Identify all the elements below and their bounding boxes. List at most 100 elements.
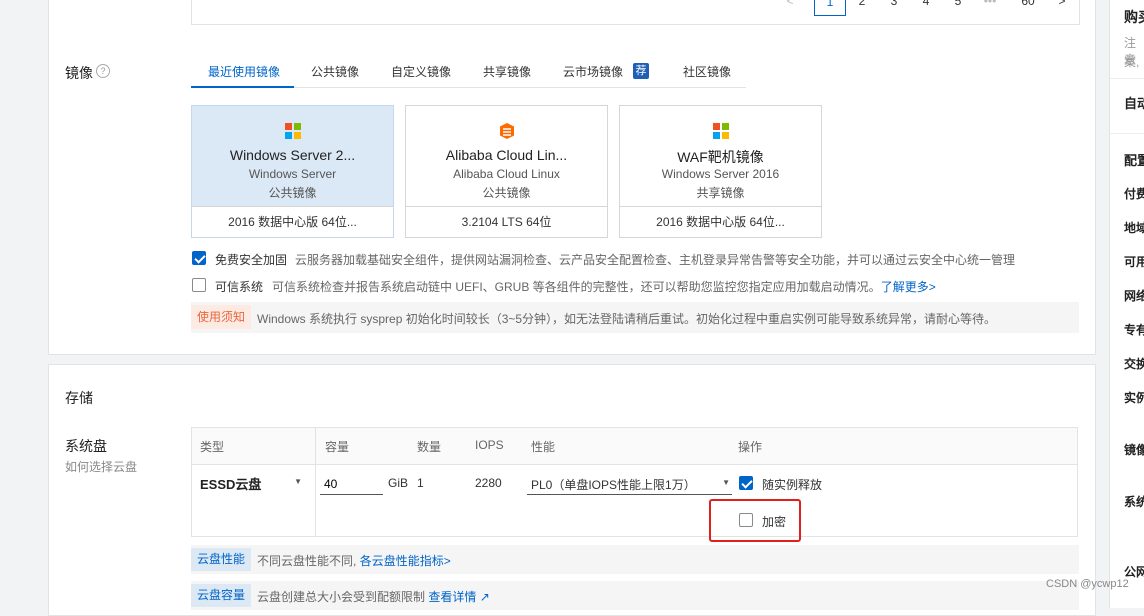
disk-capacity-bar: 云盘容量 云盘创建总大小会受到配额限制 查看详情 ↗	[191, 581, 1079, 610]
image-card-version-select[interactable]: 2016 数据中心版 64位...	[620, 206, 821, 237]
type-column-divider	[315, 428, 316, 536]
image-card-version-select[interactable]: 3.2104 LTS 64位	[406, 206, 607, 237]
performance-value: PL0（单盘IOPS性能上限1万）	[531, 478, 696, 492]
image-card-version-select[interactable]: 2016 数据中心版 64位...	[192, 206, 393, 237]
how-to-choose-link[interactable]: 如何选择云盘	[65, 458, 137, 475]
encrypt-label[interactable]: 加密	[762, 513, 786, 530]
header-type: 类型	[200, 440, 225, 454]
quantity-value: 1	[417, 476, 424, 490]
system-disk-label: 系统盘	[65, 438, 107, 454]
summary-item-system-disk: 系统	[1124, 495, 1144, 509]
tab-custom-images[interactable]: 自定义镜像	[391, 63, 451, 80]
release-with-instance-label[interactable]: 随实例释放	[762, 476, 822, 493]
tab-recent-images[interactable]: 最近使用镜像	[208, 63, 280, 80]
image-card-windows-server[interactable]: Windows Server 2... Windows Server 公共镜像 …	[191, 105, 394, 238]
header-quantity: 数量	[417, 440, 442, 454]
security-hardening-checkbox[interactable]	[192, 251, 206, 265]
disk-performance-bar: 云盘性能 不同云盘性能不同, 各云盘性能指标>	[191, 545, 1079, 574]
summary-item-network: 网络	[1124, 289, 1144, 303]
image-card-waf[interactable]: WAF靶机镜像 Windows Server 2016 共享镜像 2016 数据…	[619, 105, 822, 238]
image-card-type: 公共镜像	[268, 186, 317, 200]
image-card-name: Alibaba Cloud Lin...	[445, 147, 568, 163]
header-iops: IOPS	[475, 438, 504, 452]
header-capacity: 容量	[325, 440, 350, 454]
summary-item-zone: 可用	[1124, 255, 1144, 269]
performance-select[interactable]: PL0（单盘IOPS性能上限1万） ▼	[527, 472, 732, 495]
pagination-page-1[interactable]: 1	[814, 0, 846, 16]
summary-item-region: 地域	[1124, 221, 1144, 235]
summary-item-vswitch: 交换	[1124, 357, 1144, 371]
disk-type-value: ESSD云盘	[200, 477, 262, 492]
pagination-page-3[interactable]: 3	[880, 0, 908, 14]
right-divider-2	[1110, 133, 1144, 134]
disk-capacity-desc: 云盘创建总大小会受到配额限制	[257, 590, 426, 604]
disk-performance-link[interactable]: 各云盘性能指标>	[360, 554, 451, 568]
disk-capacity-text: 云盘创建总大小会受到配额限制 查看详情 ↗	[257, 588, 490, 605]
notice-text: Windows 系统执行 sysprep 初始化时间较长（3~5分钟），如无法登…	[257, 312, 997, 326]
pagination-page-4[interactable]: 4	[912, 0, 940, 14]
help-icon[interactable]: ?	[96, 64, 110, 78]
learn-more-link[interactable]: 了解更多>	[881, 280, 936, 294]
encrypt-checkbox[interactable]	[739, 513, 753, 527]
summary-item-vpc: 专有	[1124, 323, 1144, 337]
disk-performance-desc: 不同云盘性能不同,	[257, 554, 357, 568]
right-summary-panel	[1109, 0, 1144, 608]
recommend-badge: 荐	[633, 63, 649, 79]
disk-capacity-tag: 云盘容量	[191, 584, 252, 607]
chevron-down-icon: ▼	[294, 477, 302, 486]
header-actions: 操作	[738, 440, 763, 454]
notice-tag: 使用须知	[191, 305, 252, 329]
image-card-type: 共享镜像	[696, 186, 745, 200]
trusted-system-checkbox[interactable]	[192, 278, 206, 292]
highlight-box	[709, 499, 801, 542]
external-link-icon: ↗	[479, 590, 490, 604]
auto-label: 自动	[1124, 96, 1144, 111]
chevron-down-icon: ▼	[722, 478, 730, 487]
summary-item-instance: 实例	[1124, 391, 1144, 405]
capacity-unit: GiB	[388, 476, 409, 490]
tab-marketplace-images[interactable]: 云市场镜像	[563, 63, 623, 80]
release-with-instance-checkbox[interactable]	[739, 476, 753, 490]
image-card-name: WAF靶机镜像	[677, 149, 764, 165]
image-section-label: 镜像	[65, 65, 93, 81]
notice-bar: 使用须知 Windows 系统执行 sysprep 初始化时间较长（3~5分钟）…	[191, 302, 1079, 333]
watermark: CSDN @ycwp12	[1046, 578, 1129, 590]
right-divider-1	[1110, 78, 1144, 79]
iops-value: 2280	[475, 476, 502, 490]
disk-type-select[interactable]: ESSD云盘 ▼	[200, 474, 304, 492]
windows-icon	[712, 123, 729, 139]
tab-active-indicator	[191, 86, 294, 88]
pagination-prev[interactable]: <	[776, 0, 804, 14]
pagination-page-5[interactable]: 5	[944, 0, 972, 14]
image-card-type: 公共镜像	[482, 186, 531, 200]
tab-public-images[interactable]: 公共镜像	[311, 63, 359, 80]
disk-capacity-link[interactable]: 查看详情	[428, 590, 476, 604]
trusted-system-desc: 可信系统检查并报告系统启动链中 UEFI、GRUB 等各组件的完整性，还可以帮助…	[272, 278, 936, 295]
pagination-page-last[interactable]: 60	[1014, 0, 1042, 14]
tab-shared-images[interactable]: 共享镜像	[483, 63, 531, 80]
security-hardening-label[interactable]: 免费安全加固	[215, 251, 287, 268]
pagination-ellipsis[interactable]: •••	[976, 0, 1004, 14]
alibaba-cloud-icon	[499, 123, 514, 139]
disk-performance-tag: 云盘性能	[191, 548, 252, 571]
pagination-page-2[interactable]: 2	[848, 0, 876, 14]
image-card-os: Alibaba Cloud Linux	[453, 167, 560, 181]
purchase-title: 购买	[1124, 9, 1144, 25]
pagination-next[interactable]: >	[1048, 0, 1076, 14]
summary-item-billing: 付费	[1124, 187, 1144, 201]
header-performance: 性能	[531, 440, 556, 454]
config-title: 配置	[1124, 153, 1144, 168]
image-card-name: Windows Server 2...	[229, 147, 356, 163]
capacity-input[interactable]	[320, 473, 383, 495]
trusted-system-desc-text: 可信系统检查并报告系统启动链中 UEFI、GRUB 等各组件的完整性，还可以帮助…	[272, 280, 881, 294]
tab-community-images[interactable]: 社区镜像	[683, 63, 731, 80]
note-line-2: 案,	[1124, 55, 1140, 69]
storage-title: 存储	[65, 390, 93, 406]
summary-item-image: 镜像	[1124, 443, 1144, 457]
trusted-system-label[interactable]: 可信系统	[215, 278, 263, 295]
image-card-os: Windows Server	[248, 167, 337, 181]
windows-icon	[284, 123, 301, 139]
image-card-os: Windows Server 2016	[661, 167, 780, 181]
pagination: < 1 2 3 4 5 ••• 60 >	[760, 0, 1080, 20]
image-card-alibaba-linux[interactable]: Alibaba Cloud Lin... Alibaba Cloud Linux…	[405, 105, 608, 238]
